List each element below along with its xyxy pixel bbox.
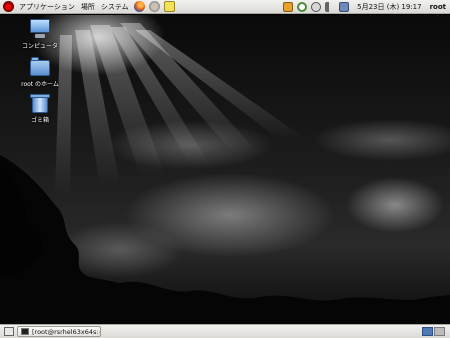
terminal-icon [21,328,29,335]
top-panel: アプリケーション 場所 システム 5月23日 (木) 19:17 root [0,0,450,14]
notes-launcher-icon[interactable] [163,1,175,12]
system-tray: 5月23日 (木) 19:17 root [281,0,450,14]
show-desktop-icon[interactable] [4,327,14,336]
firefox-launcher-icon[interactable] [133,1,145,12]
computer-icon [28,19,52,39]
taskbar-terminal-label: [root@rsrhel63x64s:~ [32,327,101,336]
home-folder-icon [28,57,52,77]
clock[interactable]: 5月23日 (木) 19:17 [351,2,427,12]
user-menu[interactable]: root [428,3,450,11]
main-menu: アプリケーション 場所 システム [0,0,177,14]
taskbar-terminal-button[interactable]: [root@rsrhel63x64s:~ [17,326,101,337]
wallpaper-tree-silhouette [0,155,450,324]
desktop-icon-label: ゴミ箱 [30,117,49,124]
desktop-icon-computer[interactable]: コンピュータ [18,19,62,50]
menu-applications[interactable]: アプリケーション [16,0,78,14]
refresh-icon[interactable] [297,2,308,12]
network-icon[interactable] [339,2,350,12]
desktop-icon-home[interactable]: root のホーム [18,57,62,88]
trash-icon [28,93,52,113]
desktop-icon-label: コンピュータ [21,43,58,50]
workspace-1[interactable] [422,327,433,336]
desktop-wallpaper: コンピュータ root のホーム ゴミ箱 [0,15,450,324]
update-notifier-icon[interactable] [283,2,294,12]
desktop-icon-label: root のホーム [21,81,59,88]
menu-places[interactable]: 場所 [78,0,98,14]
power-icon[interactable] [311,2,322,12]
workspace-switcher [421,327,445,336]
volume-icon[interactable] [325,2,336,12]
workspace-2[interactable] [434,327,445,336]
redhat-logo-icon[interactable] [3,1,14,12]
bottom-panel: [root@rsrhel63x64s:~ [0,324,450,338]
menu-system[interactable]: システム [98,0,132,14]
desktop-icon-trash[interactable]: ゴミ箱 [18,93,62,124]
mail-launcher-icon[interactable] [148,1,160,12]
